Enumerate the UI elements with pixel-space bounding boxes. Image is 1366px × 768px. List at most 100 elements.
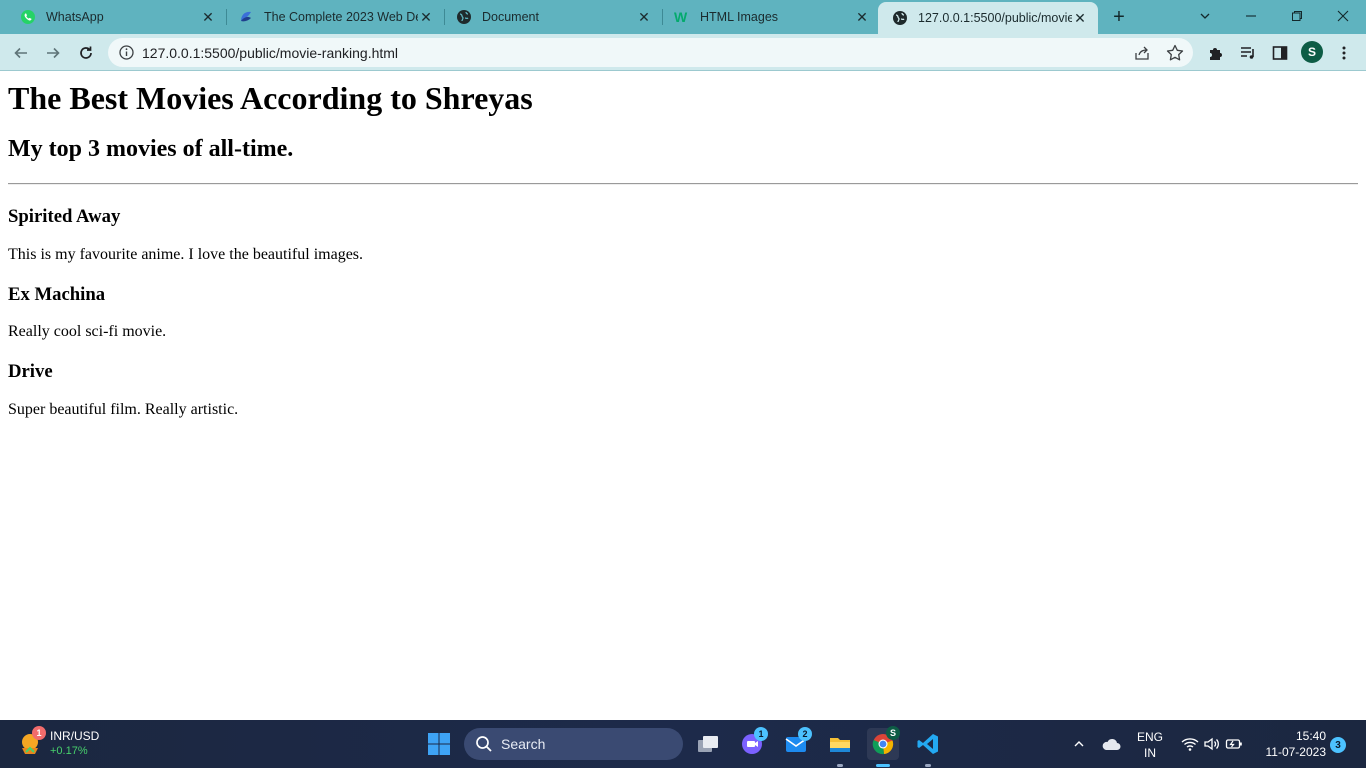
minimize-icon — [1246, 15, 1256, 17]
tab-title: The Complete 2023 Web Dev — [264, 10, 418, 24]
media-control-button[interactable] — [1235, 40, 1261, 66]
taskbar-search[interactable]: Search — [464, 728, 683, 760]
widget-change: +0.17% — [50, 745, 88, 757]
movie-title: Ex Machina — [8, 284, 106, 305]
profile-badge: S — [886, 726, 900, 740]
globe-icon — [456, 9, 472, 25]
clock[interactable]: 15:40 11-07-2023 — [1258, 729, 1327, 759]
movie-title: Spirited Away — [8, 206, 121, 227]
chevron-up-icon — [1074, 741, 1084, 747]
tab-html-images[interactable]: W HTML Images ✕ — [654, 0, 880, 34]
show-hidden-icons-button[interactable] — [1068, 728, 1090, 760]
vscode-icon — [917, 734, 938, 754]
notification-badge: 2 — [798, 727, 812, 741]
widget-label: INR/USD — [50, 729, 100, 743]
arrow-left-icon — [14, 47, 27, 59]
minimize-button[interactable] — [1228, 0, 1274, 32]
reload-button[interactable] — [73, 40, 99, 66]
close-window-button[interactable] — [1320, 0, 1366, 32]
task-view-button[interactable] — [692, 728, 724, 760]
restore-button[interactable] — [1274, 0, 1320, 32]
info-icon[interactable] — [118, 44, 135, 61]
volume-icon — [1204, 737, 1219, 751]
new-tab-button[interactable]: + — [1108, 6, 1130, 28]
clock-date: 11-07-2023 — [1265, 745, 1327, 759]
taskbar: 1 INR/USD +0.17% Search 1 2 S ENG IN 15:… — [0, 720, 1366, 768]
close-icon[interactable]: ✕ — [200, 9, 216, 25]
task-view-icon — [698, 736, 718, 752]
puzzle-icon — [1210, 48, 1222, 60]
widgets-button[interactable]: 1 INR/USD +0.17% — [16, 726, 116, 762]
search-label: Search — [501, 736, 546, 752]
url-text[interactable]: 127.0.0.1:5500/public/movie-ranking.html — [142, 45, 398, 61]
start-button[interactable] — [423, 728, 455, 760]
close-icon[interactable]: ✕ — [636, 9, 652, 25]
more-vertical-icon — [1342, 46, 1346, 60]
notification-center-badge[interactable]: 3 — [1330, 737, 1346, 753]
chevron-down-icon — [1200, 13, 1210, 19]
tab-title: HTML Images — [700, 10, 779, 24]
close-icon — [1337, 10, 1349, 22]
movie-description: This is my favourite anime. I love the b… — [8, 246, 364, 263]
svg-text:W: W — [674, 9, 688, 25]
side-panel-button[interactable] — [1267, 40, 1293, 66]
language-code: ENG — [1136, 730, 1163, 744]
web-page: The Best Movies According to Shreyas My … — [0, 71, 1366, 720]
onedrive-button[interactable] — [1098, 728, 1124, 760]
tab-web-dev-course[interactable]: The Complete 2023 Web Dev ✕ — [218, 0, 444, 34]
language-region: IN — [1144, 746, 1156, 760]
movie-description: Really cool sci-fi movie. — [8, 323, 167, 340]
folder-icon — [830, 738, 850, 752]
browser-menu-button[interactable] — [1331, 40, 1357, 66]
playlist-icon — [1241, 47, 1254, 59]
reload-icon — [80, 46, 92, 59]
page-title: The Best Movies According to Shreyas — [8, 80, 533, 116]
tab-movie-ranking[interactable]: 127.0.0.1:5500/public/movie- ✕ — [878, 2, 1098, 34]
movie-description: Super beautiful film. Really artistic. — [8, 401, 239, 418]
page-subtitle: My top 3 movies of all-time. — [8, 136, 294, 162]
back-button[interactable] — [8, 40, 34, 66]
wifi-icon — [1181, 738, 1199, 751]
w3schools-icon: W — [674, 9, 690, 25]
tab-title: Document — [482, 10, 539, 24]
close-icon[interactable]: ✕ — [1072, 10, 1088, 26]
running-indicator — [925, 764, 931, 767]
address-bar[interactable]: 127.0.0.1:5500/public/movie-ranking.html — [108, 38, 1193, 67]
clock-time: 15:40 — [1295, 729, 1326, 743]
tab-title: WhatsApp — [46, 10, 104, 24]
mail-button[interactable]: 2 — [780, 727, 812, 760]
close-icon[interactable]: ✕ — [854, 9, 870, 25]
cloud-icon — [1102, 738, 1121, 750]
globe-icon — [892, 10, 908, 26]
quick-settings-button[interactable] — [1176, 728, 1248, 760]
close-icon[interactable]: ✕ — [418, 9, 434, 25]
tab-document[interactable]: Document ✕ — [436, 0, 662, 34]
tab-title: 127.0.0.1:5500/public/movie- — [918, 11, 1072, 25]
notification-badge: 1 — [754, 727, 768, 741]
language-indicator[interactable]: ENG IN — [1134, 730, 1166, 760]
udemy-icon — [238, 9, 254, 25]
teams-chat-button[interactable]: 1 — [736, 727, 768, 760]
share-icon[interactable] — [1133, 44, 1151, 62]
divider — [8, 183, 1358, 185]
file-explorer-button[interactable] — [824, 728, 856, 760]
search-icon — [476, 736, 492, 752]
bookmark-star-icon[interactable] — [1165, 43, 1185, 63]
tab-search-button[interactable] — [1182, 0, 1228, 32]
forward-button[interactable] — [40, 40, 66, 66]
whatsapp-icon — [20, 9, 36, 25]
windows-logo-icon — [428, 733, 450, 755]
battery-icon — [1225, 739, 1242, 749]
extensions-button[interactable] — [1203, 40, 1229, 66]
movie-title: Drive — [8, 361, 53, 382]
restore-icon — [1292, 11, 1302, 21]
profile-avatar[interactable]: S — [1301, 41, 1323, 63]
tab-strip: WhatsApp ✕ The Complete 2023 Web Dev ✕ D… — [0, 0, 1366, 34]
chrome-button[interactable]: S — [867, 726, 900, 760]
browser-toolbar: 127.0.0.1:5500/public/movie-ranking.html… — [0, 34, 1366, 71]
arrow-right-icon — [47, 47, 60, 59]
vscode-button[interactable] — [912, 728, 944, 760]
side-panel-icon — [1272, 46, 1288, 60]
running-indicator — [837, 764, 843, 767]
tab-whatsapp[interactable]: WhatsApp ✕ — [0, 0, 226, 34]
